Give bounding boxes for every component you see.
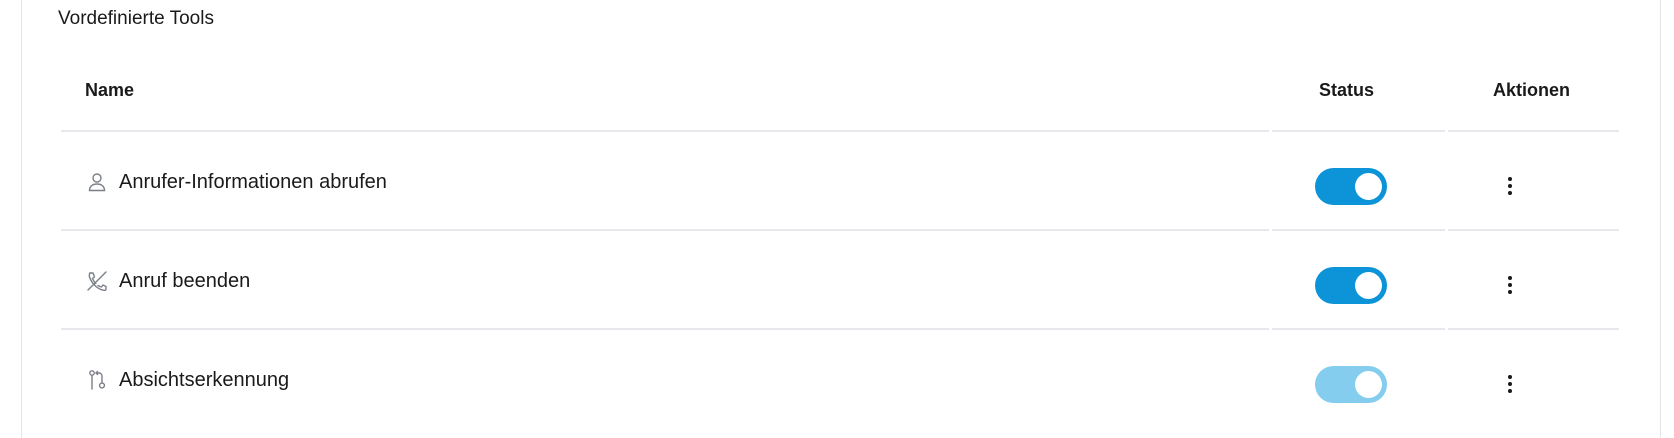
more-vertical-icon [1508, 276, 1512, 294]
column-header-status[interactable]: Status [1319, 80, 1374, 101]
table-row: Anruf beenden [61, 231, 1619, 330]
section-title: Vordefinierte Tools [58, 8, 214, 29]
column-header-actions: Aktionen [1493, 80, 1571, 100]
toggle-knob [1355, 173, 1382, 200]
more-vertical-icon [1508, 177, 1512, 195]
tool-name: Absichtserkennung [119, 368, 290, 391]
status-toggle [1315, 366, 1387, 403]
column-header-name[interactable]: Name [85, 80, 134, 101]
tool-name: Anrufer-Informationen abrufen [119, 170, 387, 193]
table-header: Name Status Aktionen [61, 54, 1619, 132]
tool-name-cell: Absichtserkennung [85, 368, 289, 392]
toggle-knob [1355, 272, 1382, 299]
table-row: Absichtserkennung [61, 330, 1619, 429]
toggle-knob [1355, 371, 1382, 398]
tool-name-cell: Anruf beenden [85, 269, 250, 293]
more-actions-button[interactable] [1490, 265, 1530, 305]
more-vertical-icon [1508, 375, 1512, 393]
branch-icon [85, 368, 109, 392]
user-icon [85, 170, 109, 194]
more-actions-button[interactable] [1490, 364, 1530, 404]
status-toggle[interactable] [1315, 168, 1387, 205]
predefined-tools-card: Vordefinierte Tools Name Status Aktionen… [21, 0, 1661, 438]
table-row: Anrufer-Informationen abrufen [61, 132, 1619, 231]
tool-name: Anruf beenden [119, 269, 251, 292]
tools-table: Name Status Aktionen Anrufer-Information… [61, 54, 1619, 429]
phone-hangup-icon [85, 269, 109, 293]
more-actions-button[interactable] [1490, 166, 1530, 206]
tool-name-cell: Anrufer-Informationen abrufen [85, 170, 387, 194]
status-toggle[interactable] [1315, 267, 1387, 304]
